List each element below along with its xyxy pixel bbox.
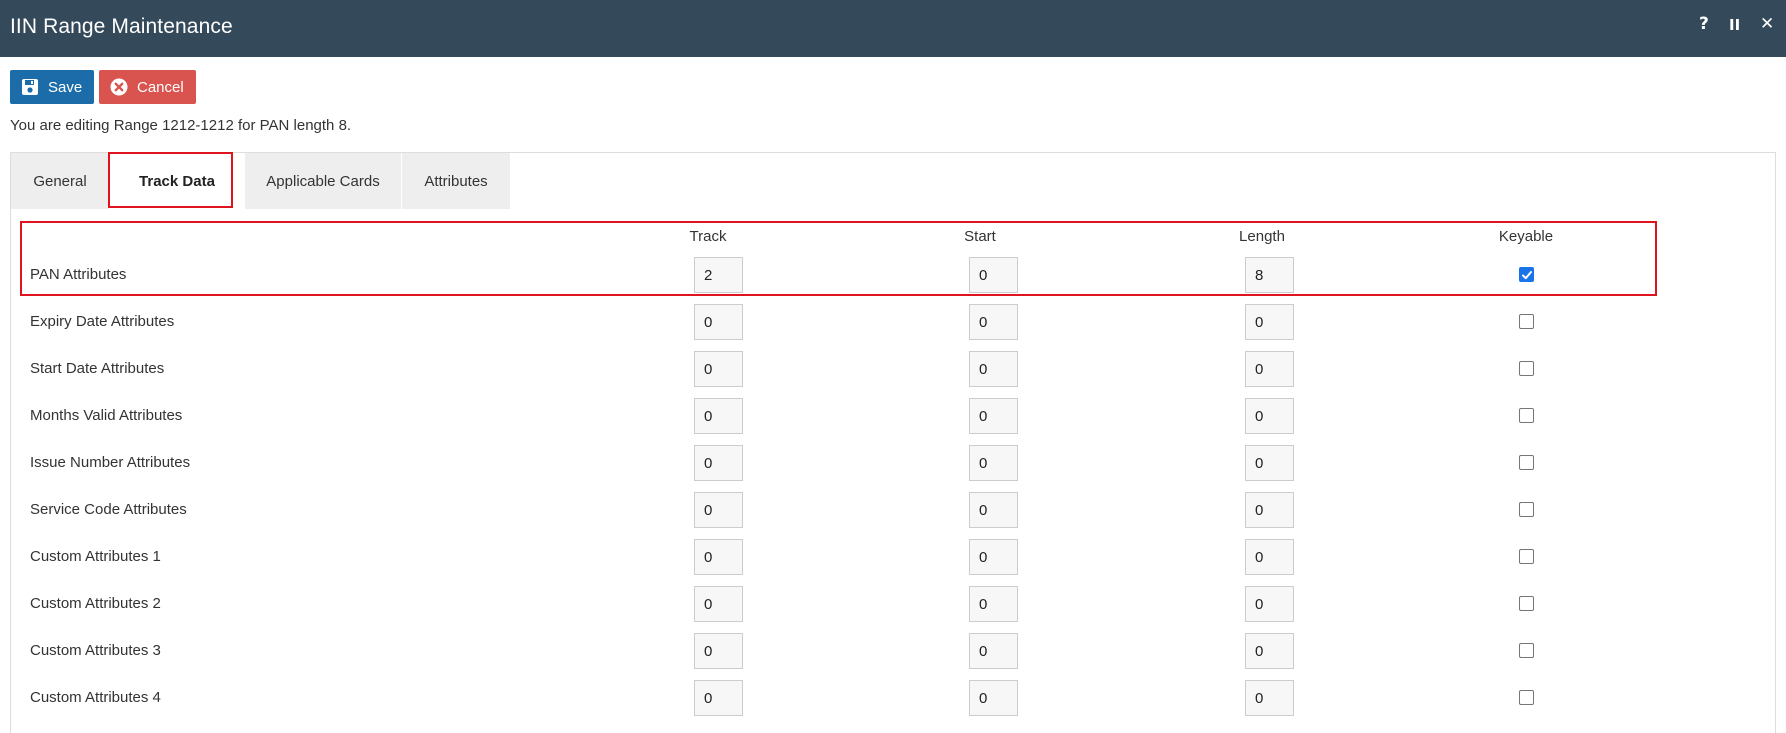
start-input[interactable] (969, 445, 1018, 481)
length-input[interactable] (1245, 398, 1294, 434)
keyable-checkbox[interactable] (1519, 455, 1534, 470)
track-input[interactable] (694, 492, 743, 528)
table-row: Custom Attributes 3 (0, 633, 1786, 669)
cancel-button[interactable]: Cancel (99, 70, 196, 104)
checkmark-icon (1522, 271, 1532, 280)
row-label: Service Code Attributes (30, 501, 187, 518)
column-header-track: Track (689, 228, 727, 245)
length-input[interactable] (1245, 633, 1294, 669)
editing-info-text: You are editing Range 1212-1212 for PAN … (10, 117, 352, 134)
track-input[interactable] (694, 351, 743, 387)
keyable-checkbox[interactable] (1519, 314, 1534, 329)
row-label: Issue Number Attributes (30, 454, 191, 471)
row-label: PAN Attributes (30, 266, 127, 283)
start-input[interactable] (969, 633, 1018, 669)
table-row: Expiry Date Attributes (0, 304, 1786, 340)
keyable-checkbox[interactable] (1519, 690, 1534, 705)
column-header-length: Length (1239, 228, 1285, 245)
track-input[interactable] (694, 257, 743, 293)
row-label: Expiry Date Attributes (30, 313, 175, 330)
keyable-checkbox[interactable] (1519, 361, 1534, 376)
table-row: Issue Number Attributes (0, 445, 1786, 481)
table-row: Custom Attributes 4 (0, 680, 1786, 716)
length-input[interactable] (1245, 680, 1294, 716)
floppy-disk-icon (21, 78, 39, 96)
track-input[interactable] (694, 539, 743, 575)
keyable-checkbox[interactable] (1519, 267, 1534, 282)
tab-attributes[interactable]: Attributes (402, 153, 510, 209)
length-input[interactable] (1245, 257, 1294, 293)
track-input[interactable] (694, 445, 743, 481)
table-row: Custom Attributes 1 (0, 539, 1786, 575)
table-row: Months Valid Attributes (0, 398, 1786, 434)
tab-applicable-cards[interactable]: Applicable Cards (245, 153, 401, 209)
table-row: Start Date Attributes (0, 351, 1786, 387)
keyable-checkbox[interactable] (1519, 408, 1534, 423)
length-input[interactable] (1245, 539, 1294, 575)
cancel-circle-icon (110, 78, 128, 96)
close-icon[interactable]: ✕ (1760, 14, 1774, 34)
save-label: Save (48, 78, 83, 96)
table-row: Custom Attributes 2 (0, 586, 1786, 622)
table-row: Service Code Attributes (0, 492, 1786, 528)
start-input[interactable] (969, 539, 1018, 575)
track-input[interactable] (694, 586, 743, 622)
start-input[interactable] (969, 304, 1018, 340)
keyable-checkbox[interactable] (1519, 596, 1534, 611)
track-input[interactable] (694, 398, 743, 434)
keyable-checkbox[interactable] (1519, 549, 1534, 564)
start-input[interactable] (969, 351, 1018, 387)
start-input[interactable] (969, 257, 1018, 293)
pause-icon[interactable]: II (1729, 16, 1740, 34)
track-input[interactable] (694, 633, 743, 669)
row-label: Custom Attributes 3 (30, 642, 161, 659)
row-label: Custom Attributes 2 (30, 595, 161, 612)
start-input[interactable] (969, 492, 1018, 528)
save-button[interactable]: Save (10, 70, 94, 104)
table-row: PAN Attributes (0, 257, 1786, 293)
cancel-label: Cancel (137, 78, 184, 96)
start-input[interactable] (969, 586, 1018, 622)
tab-general[interactable]: General (11, 153, 109, 209)
help-icon[interactable]: ? (1699, 14, 1709, 34)
start-input[interactable] (969, 398, 1018, 434)
length-input[interactable] (1245, 492, 1294, 528)
keyable-checkbox[interactable] (1519, 502, 1534, 517)
keyable-checkbox[interactable] (1519, 643, 1534, 658)
length-input[interactable] (1245, 304, 1294, 340)
column-header-keyable: Keyable (1498, 228, 1554, 245)
tab-track-data[interactable]: Track Data (110, 153, 244, 209)
row-label: Start Date Attributes (30, 360, 165, 377)
column-header-start: Start (964, 228, 996, 245)
length-input[interactable] (1245, 351, 1294, 387)
start-input[interactable] (969, 680, 1018, 716)
track-input[interactable] (694, 304, 743, 340)
row-label: Custom Attributes 1 (30, 548, 161, 565)
row-label: Custom Attributes 4 (30, 689, 161, 706)
title-bar: IIN Range Maintenance ? II ✕ (0, 0, 1786, 57)
tab-bar: General Track Data Applicable Cards Attr… (11, 153, 510, 209)
window-title: IIN Range Maintenance (10, 15, 233, 38)
length-input[interactable] (1245, 445, 1294, 481)
track-input[interactable] (694, 680, 743, 716)
length-input[interactable] (1245, 586, 1294, 622)
row-label: Months Valid Attributes (30, 407, 183, 424)
